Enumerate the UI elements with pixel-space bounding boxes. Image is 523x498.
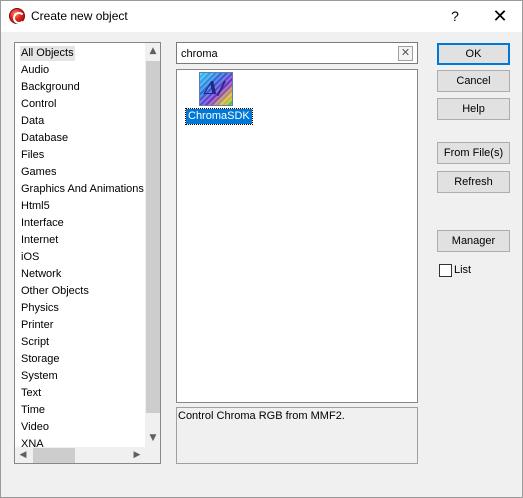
category-item[interactable]: Printer <box>20 318 54 333</box>
category-item[interactable]: Database <box>20 131 69 146</box>
chromasdk-icon: Δ/ <box>199 72 233 106</box>
objects-panel[interactable]: Δ/ ChromaSDK <box>176 69 418 403</box>
category-horizontal-scrollbar[interactable]: ◀ ▶ <box>15 447 145 463</box>
clear-search-icon[interactable]: ✕ <box>398 46 413 61</box>
close-icon[interactable]: ✕ <box>485 1 515 32</box>
scrollbar-corner <box>145 447 160 463</box>
category-item[interactable]: Video <box>20 420 50 435</box>
category-item[interactable]: Internet <box>20 233 59 248</box>
category-item[interactable]: Text <box>20 386 42 401</box>
category-item[interactable]: Control <box>20 97 57 112</box>
category-item[interactable]: Other Objects <box>20 284 90 299</box>
object-description: Control Chroma RGB from MMF2. <box>178 410 345 422</box>
from-files-button[interactable]: From File(s) <box>437 142 510 164</box>
scroll-left-icon[interactable]: ◀ <box>15 447 31 463</box>
category-item[interactable]: All Objects <box>20 46 75 61</box>
category-item[interactable]: iOS <box>20 250 40 265</box>
create-new-object-dialog: Create new object ? ✕ All Objects Audio Ba… <box>0 0 523 498</box>
description-panel: Control Chroma RGB from MMF2. <box>176 407 418 464</box>
category-item[interactable]: Storage <box>20 352 61 367</box>
scroll-down-icon[interactable]: ▼ <box>145 430 160 447</box>
ok-button[interactable]: OK <box>437 43 510 65</box>
horizontal-scroll-thumb[interactable] <box>33 448 75 463</box>
category-list[interactable]: All Objects Audio Background Control Data Dat… <box>14 42 161 464</box>
category-item[interactable]: Games <box>20 165 57 180</box>
category-item[interactable]: Time <box>20 403 46 418</box>
scroll-up-icon[interactable]: ▲ <box>145 43 160 60</box>
category-item[interactable]: Data <box>20 114 45 129</box>
category-item[interactable]: Interface <box>20 216 65 231</box>
category-item[interactable]: Audio <box>20 63 50 78</box>
manager-button[interactable]: Manager <box>437 230 510 252</box>
category-item[interactable]: Network <box>20 267 62 282</box>
object-label: ChromaSDK <box>185 108 253 125</box>
search-box: ✕ <box>176 42 418 64</box>
scroll-right-icon[interactable]: ▶ <box>129 447 145 463</box>
help-button[interactable]: Help <box>437 98 510 120</box>
refresh-button[interactable]: Refresh <box>437 171 510 193</box>
category-item[interactable]: Graphics And Animations <box>20 182 145 197</box>
category-item[interactable]: Physics <box>20 301 60 316</box>
category-item[interactable]: Script <box>20 335 50 350</box>
object-item-chromasdk[interactable]: Δ/ ChromaSDK <box>185 72 253 126</box>
category-item[interactable]: System <box>20 369 59 384</box>
cancel-button[interactable]: Cancel <box>437 70 510 92</box>
category-item[interactable]: Background <box>20 80 81 95</box>
category-item[interactable]: Html5 <box>20 199 51 214</box>
window-title: Create new object <box>31 9 128 23</box>
category-vertical-scrollbar[interactable]: ▲ ▼ <box>145 43 160 447</box>
category-item[interactable]: Files <box>20 148 45 163</box>
vertical-scroll-thumb[interactable] <box>146 61 160 413</box>
help-question-icon[interactable]: ? <box>441 1 469 32</box>
app-logo-icon <box>9 8 25 24</box>
list-checkbox-label: List <box>454 264 472 276</box>
search-input[interactable] <box>181 46 391 61</box>
title-bar: Create new object ? ✕ <box>1 1 522 32</box>
list-checkbox[interactable] <box>439 264 452 277</box>
